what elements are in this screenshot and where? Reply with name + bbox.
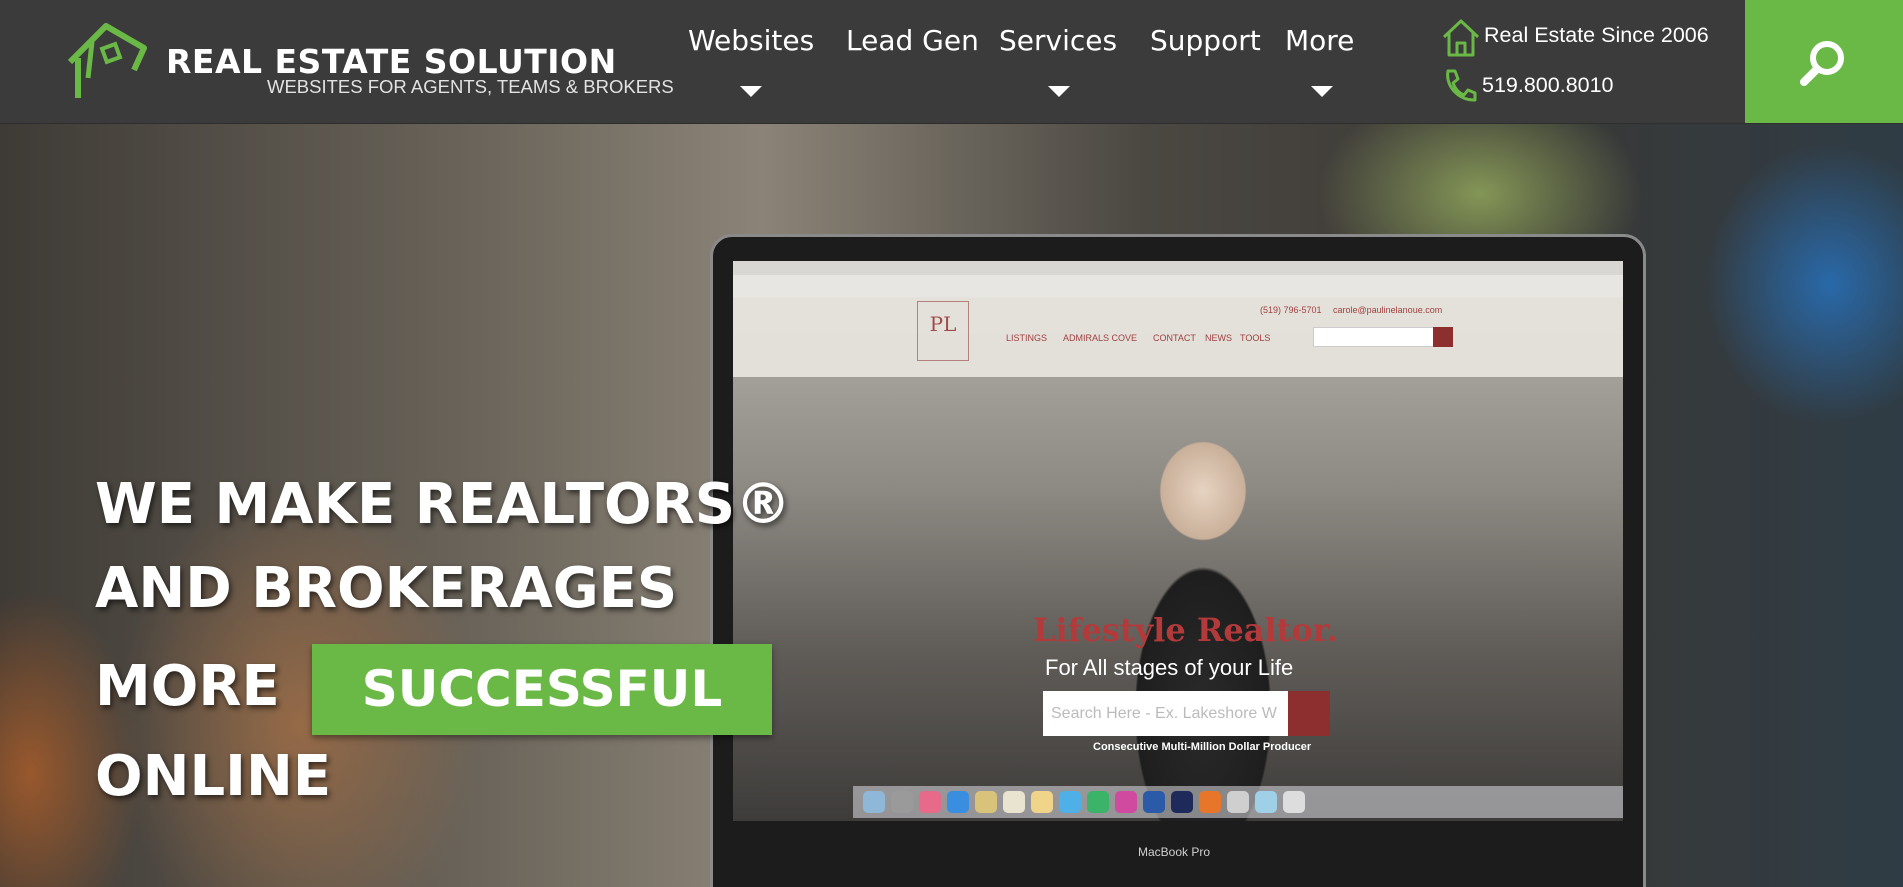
hero-line-3: MORE: [95, 654, 280, 719]
logo-subtitle: WEBSITES FOR AGENTS, TEAMS & BROKERS: [267, 76, 674, 97]
search-icon: [1800, 41, 1844, 86]
trash-icon: [1283, 791, 1305, 813]
house-icon: [1442, 19, 1480, 57]
screen-mini-search-button: [1433, 327, 1453, 347]
notes-icon: [975, 791, 997, 813]
chevron-down-icon[interactable]: [1048, 86, 1070, 97]
screen-site-email: carole@paulinelanoue.com: [1333, 305, 1443, 315]
search-button[interactable]: [1745, 0, 1903, 123]
screen-mini-search: [1313, 327, 1435, 347]
downloads-icon: [1255, 791, 1277, 813]
realtor-photo: [1113, 381, 1293, 821]
app-store-icon: [1059, 791, 1081, 813]
hero-highlight-badge: SUCCESSFUL: [312, 644, 772, 735]
calendar-icon: [1003, 791, 1025, 813]
chevron-down-icon[interactable]: [740, 86, 762, 97]
screen-tagline: For All stages of your Life: [1045, 655, 1294, 680]
hero-banner: PL (519) 796-5701 carole@paulinelanoue.c…: [0, 124, 1903, 887]
device-label: MacBook Pro: [1138, 845, 1211, 859]
folder-icon: [1227, 791, 1249, 813]
hero-line-4: ONLINE: [95, 744, 332, 809]
screen-headline: Lifestyle Realtor.: [1033, 611, 1338, 649]
drive-icon: [1087, 791, 1109, 813]
laptop-screen: PL (519) 796-5701 carole@paulinelanoue.c…: [733, 261, 1623, 821]
finder-icon: [863, 791, 885, 813]
hero-highlight-text: SUCCESSFUL: [361, 660, 723, 718]
screen-producer-text: Consecutive Multi-Million Dollar Produce…: [1093, 741, 1312, 753]
hero-line-1: WE MAKE REALTORS®: [95, 472, 792, 537]
real-estate-since: Real Estate Since 2006: [1484, 23, 1709, 47]
word-icon: [1143, 791, 1165, 813]
photoshop-icon: [1171, 791, 1193, 813]
stickies-icon: [1031, 791, 1053, 813]
screen-search-button: [1288, 691, 1330, 736]
browser-tabbar: [733, 275, 1623, 298]
screen-site-phone: (519) 796-5701: [1260, 305, 1322, 315]
monitor-icon: [1115, 791, 1137, 813]
screen-nav-item: NEWS: [1205, 333, 1232, 343]
phone-number[interactable]: 519.800.8010: [1482, 73, 1614, 98]
site-header: REAL ESTATE SOLUTION WEBSITES FOR AGENTS…: [0, 0, 1903, 124]
chevron-down-icon[interactable]: [1311, 86, 1333, 97]
nav-more[interactable]: More: [1285, 24, 1354, 57]
screen-nav-item: CONTACT: [1153, 333, 1196, 343]
screen-search-input: Search Here - Ex. Lakeshore W: [1043, 691, 1288, 736]
hero-line-2: AND BROKERAGES: [95, 556, 678, 621]
site-logo[interactable]: REAL ESTATE SOLUTION WEBSITES FOR AGENTS…: [64, 18, 674, 104]
firefox-icon: [1199, 791, 1221, 813]
mac-menubar: [733, 261, 1623, 275]
nav-support[interactable]: Support: [1150, 24, 1261, 57]
nav-services[interactable]: Services: [999, 24, 1117, 57]
safari-icon: [947, 791, 969, 813]
nav-websites[interactable]: Websites: [688, 24, 814, 57]
house-logo-icon: [67, 23, 147, 98]
music-icon: [919, 791, 941, 813]
nav-lead-gen[interactable]: Lead Gen: [846, 24, 979, 57]
screen-nav-item: ADMIRALS COVE: [1063, 333, 1138, 343]
system-preferences-icon: [891, 791, 913, 813]
screen-site-logo: PL: [917, 301, 969, 361]
phone-icon: [1446, 69, 1477, 102]
screen-nav-item: TOOLS: [1240, 333, 1271, 343]
laptop-image: PL (519) 796-5701 carole@paulinelanoue.c…: [710, 234, 1646, 887]
screen-nav-item: LISTINGS: [1006, 333, 1048, 343]
